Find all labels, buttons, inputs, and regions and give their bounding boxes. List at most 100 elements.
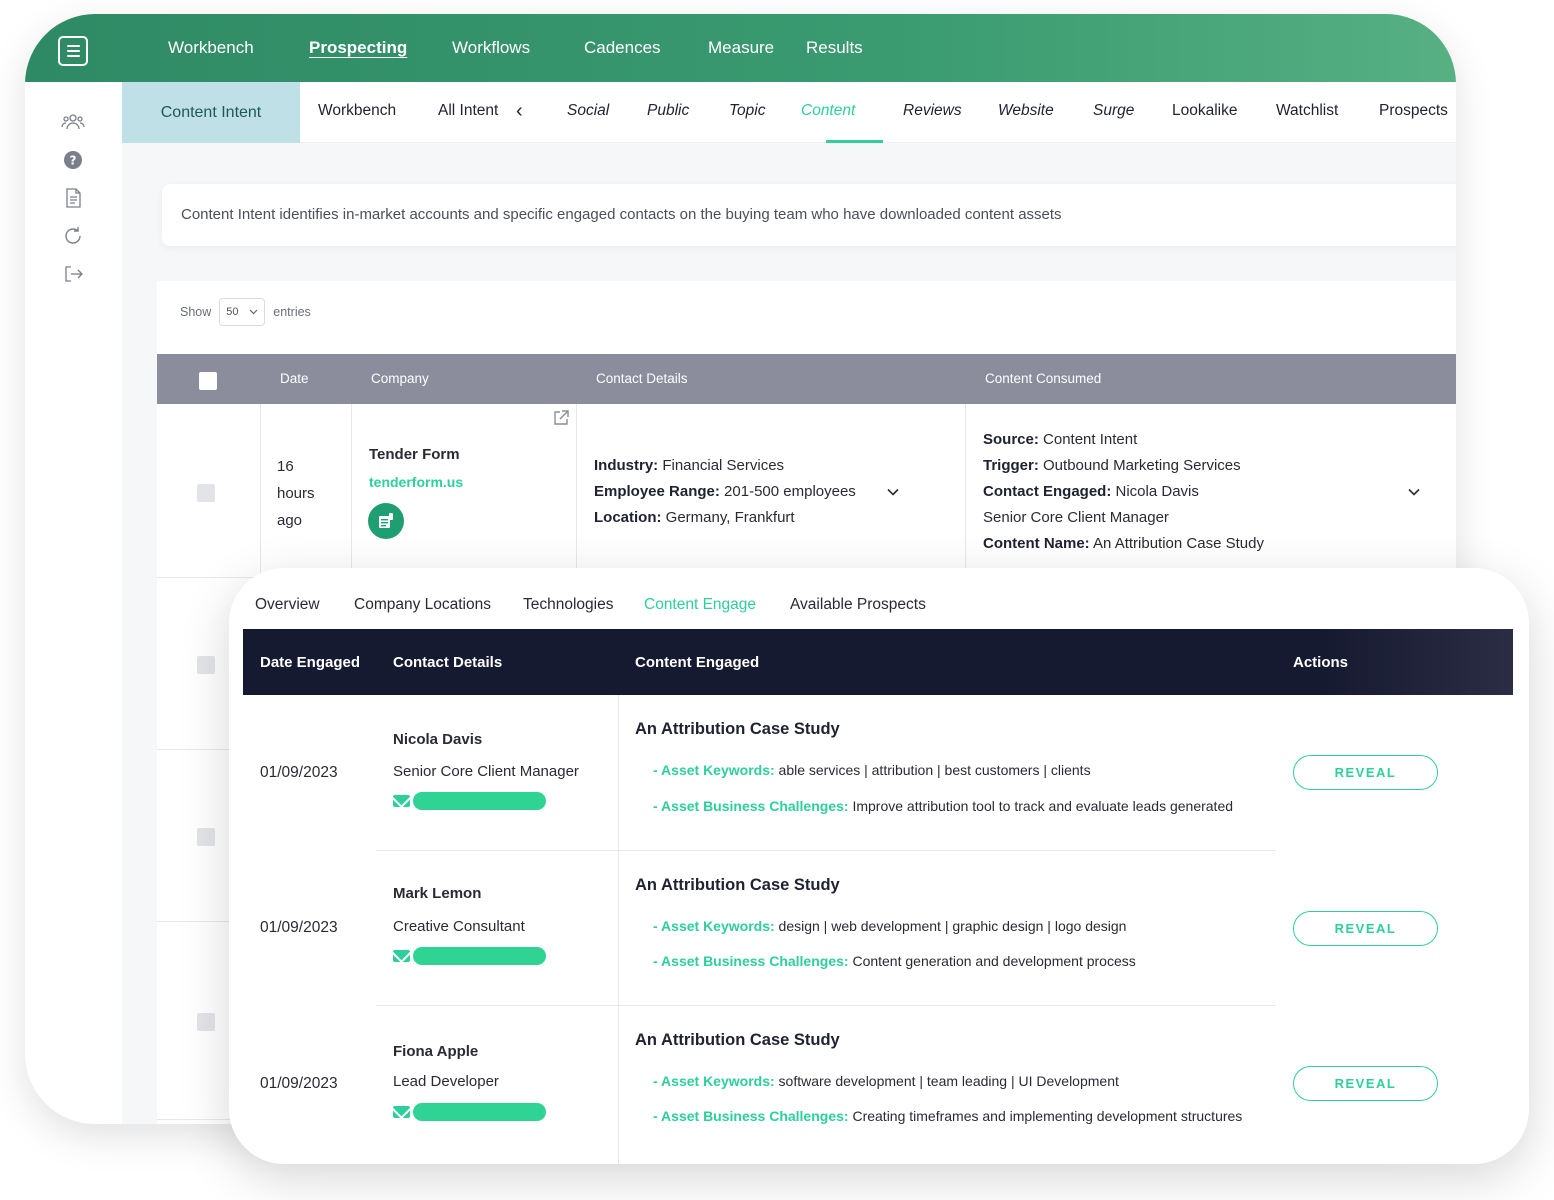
refresh-icon[interactable] xyxy=(61,224,85,248)
contact-title: Senior Core Client Manager xyxy=(983,509,1169,526)
email-redacted-pill xyxy=(413,947,546,965)
reveal-button[interactable]: REVEAL xyxy=(1293,1066,1438,1101)
column-date-engaged: Date Engaged xyxy=(260,654,361,671)
column-content-consumed[interactable]: Content Consumed xyxy=(985,371,1101,386)
content-title: An Attribution Case Study xyxy=(635,876,840,894)
bullet-dash: - xyxy=(653,798,662,814)
column-divider xyxy=(576,404,577,574)
entries-value: 50 xyxy=(226,306,239,318)
logout-icon[interactable] xyxy=(61,262,85,286)
company-domain-link[interactable]: tenderform.us xyxy=(369,474,463,490)
tab-technologies[interactable]: Technologies xyxy=(523,596,613,614)
keywords-value: able services | attribution | best custo… xyxy=(778,762,1091,778)
tab-reviews[interactable]: Reviews xyxy=(903,102,962,120)
challenges-value: Improve attribution tool to track and ev… xyxy=(852,798,1234,814)
nav-measure[interactable]: Measure xyxy=(708,38,774,58)
challenges-label: Asset Business Challenges: xyxy=(661,953,849,969)
column-content-engaged: Content Engaged xyxy=(635,654,760,671)
keywords-value: software development | team leading | UI… xyxy=(778,1073,1119,1089)
hamburger-menu-icon[interactable] xyxy=(58,36,88,66)
table-header: Date Company Contact Details Content Con… xyxy=(157,354,1456,404)
content-name-value: An Attribution Case Study xyxy=(1093,535,1264,552)
employee-value: 201-500 employees xyxy=(724,483,856,500)
reveal-button[interactable]: REVEAL xyxy=(1293,911,1438,946)
tab-lookalike[interactable]: Lookalike xyxy=(1172,102,1238,120)
nav-workbench[interactable]: Workbench xyxy=(168,38,254,58)
bullet-dash: - xyxy=(653,1108,662,1124)
tab-content[interactable]: Content xyxy=(801,102,855,120)
asset-keywords: - Asset Keywords: able services | attrib… xyxy=(653,762,1091,778)
contact-engaged-value: Nicola Davis xyxy=(1115,483,1199,500)
sub-navigation: Content Intent Workbench All Intent ‹ So… xyxy=(122,82,1456,143)
nav-workflows[interactable]: Workflows xyxy=(452,38,530,58)
tab-social[interactable]: Social xyxy=(567,102,609,120)
tab-surge[interactable]: Surge xyxy=(1093,102,1134,120)
contact-title: Senior Core Client Manager xyxy=(393,763,579,780)
form-icon xyxy=(379,513,393,528)
external-link-icon[interactable] xyxy=(552,409,570,427)
email-icon xyxy=(393,795,410,807)
content-title: An Attribution Case Study xyxy=(635,1031,840,1049)
entries-select[interactable]: 50 xyxy=(219,298,266,326)
company-name: Tender Form xyxy=(369,446,460,463)
contact-name: Mark Lemon xyxy=(393,885,482,902)
document-icon[interactable] xyxy=(61,186,85,210)
users-icon[interactable] xyxy=(61,110,85,134)
industry-value: Financial Services xyxy=(662,457,785,474)
row-checkbox[interactable] xyxy=(197,656,215,674)
challenges-label: Asset Business Challenges: xyxy=(661,1108,849,1124)
reveal-button[interactable]: REVEAL xyxy=(1293,755,1438,790)
tab-watchlist[interactable]: Watchlist xyxy=(1276,102,1338,120)
source-value: Content Intent xyxy=(1043,431,1138,448)
date-line: 16 xyxy=(277,458,294,475)
row-divider xyxy=(376,850,1276,851)
column-company[interactable]: Company xyxy=(371,371,429,386)
nav-results[interactable]: Results xyxy=(806,38,863,58)
row-date: 16 hours ago xyxy=(277,453,337,534)
tab-overview[interactable]: Overview xyxy=(255,596,320,614)
date-line: hours xyxy=(277,485,315,502)
tab-website[interactable]: Website xyxy=(998,102,1054,120)
column-actions: Actions xyxy=(1293,654,1349,671)
column-date[interactable]: Date xyxy=(280,371,309,386)
row-checkbox[interactable] xyxy=(197,484,215,502)
keywords-value: design | web development | graphic desig… xyxy=(778,918,1127,934)
asset-business-challenges: - Asset Business Challenges: Creating ti… xyxy=(653,1108,1242,1124)
description-card: Content Intent identifies in-market acco… xyxy=(162,184,1456,246)
bullet-dash: - xyxy=(653,918,662,934)
tab-public[interactable]: Public xyxy=(647,102,689,120)
help-icon[interactable]: ? xyxy=(61,148,85,172)
row-checkbox[interactable] xyxy=(197,1013,215,1031)
tab-workbench[interactable]: Workbench xyxy=(318,102,396,120)
asset-business-challenges: - Asset Business Challenges: Improve att… xyxy=(653,798,1233,814)
trigger-value: Outbound Marketing Services xyxy=(1043,457,1241,474)
source-label: Source: xyxy=(983,431,1039,448)
challenges-label: Asset Business Challenges: xyxy=(661,798,849,814)
email-icon xyxy=(393,1106,410,1118)
tab-topic[interactable]: Topic xyxy=(729,102,765,120)
tab-company-locations[interactable]: Company Locations xyxy=(354,596,491,614)
column-contact-details[interactable]: Contact Details xyxy=(596,371,688,386)
tab-available-prospects[interactable]: Available Prospects xyxy=(790,596,926,614)
source-line: Source: Content Intent xyxy=(983,431,1137,448)
keywords-label: Asset Keywords: xyxy=(661,918,775,934)
location-label: Location: xyxy=(594,509,662,526)
active-tab-indicator xyxy=(826,140,883,143)
nav-cadences[interactable]: Cadences xyxy=(584,38,661,58)
entries-control: Show 50 entries xyxy=(180,298,311,326)
select-all-checkbox[interactable] xyxy=(199,372,217,390)
show-label: Show xyxy=(180,305,212,319)
keywords-label: Asset Keywords: xyxy=(661,1073,775,1089)
tab-all-intent[interactable]: All Intent xyxy=(438,102,498,120)
expand-contact-chevron-down-icon[interactable] xyxy=(886,485,900,499)
chevron-left-icon[interactable]: ‹ xyxy=(516,100,523,123)
location-value: Germany, Frankfurt xyxy=(665,509,795,526)
tab-prospects[interactable]: Prospects xyxy=(1379,102,1448,120)
expand-content-chevron-down-icon[interactable] xyxy=(1407,485,1421,499)
industry-label: Industry: xyxy=(594,457,659,474)
row-checkbox[interactable] xyxy=(197,828,215,846)
tab-content-engage[interactable]: Content Engage xyxy=(644,596,756,614)
contact-engaged-label: Contact Engaged: xyxy=(983,483,1112,500)
nav-prospecting[interactable]: Prospecting xyxy=(309,38,407,58)
top-navigation-bar: Workbench Prospecting Workflows Cadences… xyxy=(25,14,1456,82)
